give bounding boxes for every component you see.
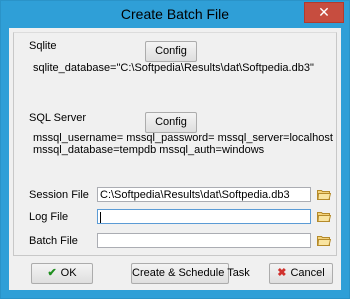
session-file-label: Session File [29, 189, 89, 201]
folder-open-icon[interactable] [317, 188, 331, 200]
create-batch-file-window: Create Batch File ✕ Sqlite Config sqlite… [0, 0, 350, 299]
batch-file-input[interactable] [97, 233, 311, 248]
close-button[interactable]: ✕ [304, 2, 344, 23]
text-caret [100, 211, 101, 223]
session-file-value: C:\Softpedia\Results\dat\Softpedia.db3 [100, 189, 290, 201]
ok-button[interactable]: ✔ OK [31, 263, 93, 284]
log-file-label: Log File [29, 211, 69, 223]
sqlserver-connection-info-line2: mssql_database=tempdb mssql_auth=windows [33, 144, 265, 156]
cross-icon: ✖ [277, 267, 287, 279]
session-file-input[interactable]: C:\Softpedia\Results\dat\Softpedia.db3 [97, 187, 311, 202]
log-file-input[interactable] [97, 209, 311, 224]
cancel-button[interactable]: ✖ Cancel [269, 263, 333, 284]
batch-file-label: Batch File [29, 235, 78, 247]
folder-open-icon[interactable] [317, 210, 331, 222]
sqlserver-label: SQL Server [29, 112, 87, 124]
checkmark-icon: ✔ [47, 267, 57, 279]
ok-button-label: OK [60, 267, 77, 279]
sqlserver-config-button[interactable]: Config [145, 112, 197, 133]
sqlite-connection-info: sqlite_database="C:\Softpedia\Results\da… [33, 62, 314, 74]
sqlserver-connection-info-line1: mssql_username= mssql_password= mssql_se… [33, 132, 333, 144]
folder-open-icon[interactable] [317, 234, 331, 246]
sqlite-config-button[interactable]: Config [145, 41, 197, 62]
create-schedule-task-button[interactable]: Create & Schedule Task [131, 263, 250, 284]
window-title: Create Batch File [120, 6, 230, 22]
dialog-body: Sqlite Config sqlite_database="C:\Softpe… [9, 28, 341, 290]
title-bar[interactable]: Create Batch File ✕ [1, 1, 349, 28]
sqlite-label: Sqlite [29, 40, 57, 52]
cancel-button-label: Cancel [290, 267, 325, 279]
